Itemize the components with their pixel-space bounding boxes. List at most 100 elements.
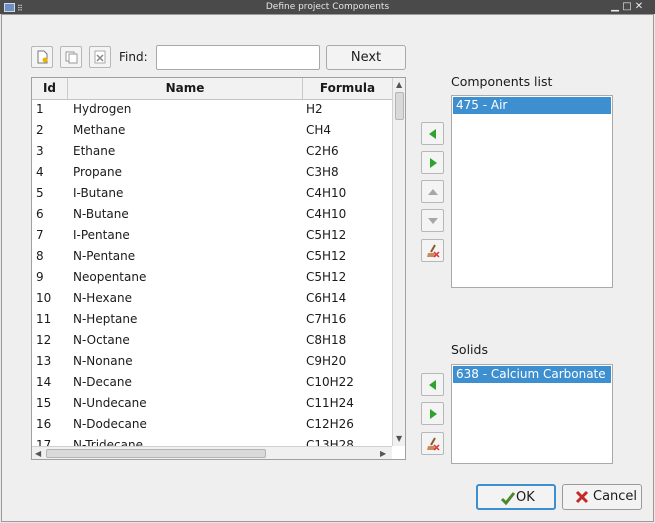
move-up-button[interactable] (421, 180, 444, 203)
table-body: 1 Hydrogen H2 2 Methane CH4 3 Ethane C2H6 4 Propan… (32, 99, 392, 446)
cell-name: N-Octane (73, 333, 130, 347)
list-item[interactable]: 638 - Calcium Carbonate (453, 366, 611, 383)
vertical-scroll-thumb[interactable] (395, 92, 404, 120)
cell-name: Ethane (73, 144, 116, 158)
components-table[interactable]: Id Name Formula 1 Hydrogen H2 2 Methane CH4 3 E… (31, 77, 406, 460)
cell-name: N-Tridecane (73, 438, 143, 446)
delete-icon (94, 50, 106, 64)
table-row[interactable]: 6 N-Butane C4H10 (32, 204, 392, 225)
table-row[interactable]: 1 Hydrogen H2 (32, 99, 392, 120)
copy-icon (65, 51, 78, 64)
add-component-button[interactable] (421, 122, 444, 145)
find-label: Find: (119, 50, 148, 64)
table-row[interactable]: 15 N-Undecane C11H24 (32, 393, 392, 414)
cell-id: 5 (36, 186, 44, 200)
cell-id: 14 (36, 375, 52, 389)
cell-name: I-Butane (73, 186, 124, 200)
table-row[interactable]: 16 N-Dodecane C12H26 (32, 414, 392, 435)
cell-name: N-Undecane (73, 396, 147, 410)
cell-formula: CH4 (306, 123, 332, 137)
arrow-right-icon (430, 158, 437, 168)
scroll-down-icon[interactable]: ▼ (396, 434, 402, 444)
cell-formula: C4H10 (306, 207, 347, 221)
table-row[interactable]: 17 N-Tridecane C13H28 (32, 435, 392, 446)
cell-formula: C5H12 (306, 270, 347, 284)
scroll-left-icon[interactable]: ◀ (35, 449, 41, 459)
cell-id: 3 (36, 144, 44, 158)
solids-list[interactable]: 638 - Calcium Carbonate (451, 364, 613, 464)
cell-formula: C3H8 (306, 165, 339, 179)
close-icon[interactable]: ✕ (634, 0, 644, 14)
cell-id: 8 (36, 249, 44, 263)
cell-id: 16 (36, 417, 52, 431)
ok-button[interactable]: OK (476, 484, 556, 510)
table-row[interactable]: 2 Methane CH4 (32, 120, 392, 141)
column-header-formula[interactable]: Formula (303, 78, 392, 99)
horizontal-scrollbar[interactable]: ◀ ▶ (32, 446, 392, 459)
title-bar: ⠿ Define project Components ▁ □ ✕ (0, 0, 655, 14)
components-list[interactable]: 475 - Air (451, 95, 613, 288)
cell-formula: H2 (306, 102, 323, 116)
scroll-right-icon[interactable]: ▶ (380, 449, 386, 459)
cell-formula: C2H6 (306, 144, 339, 158)
table-row[interactable]: 10 N-Hexane C6H14 (32, 288, 392, 309)
remove-solid-button[interactable] (421, 402, 444, 425)
cell-formula: C13H28 (306, 438, 354, 446)
delete-component-button[interactable] (89, 46, 111, 68)
cell-formula: C5H12 (306, 249, 347, 263)
new-component-button[interactable] (31, 46, 53, 68)
table-row[interactable]: 4 Propane C3H8 (32, 162, 392, 183)
table-row[interactable]: 11 N-Heptane C7H16 (32, 309, 392, 330)
table-row[interactable]: 7 I-Pentane C5H12 (32, 225, 392, 246)
cell-name: N-Pentane (73, 249, 136, 263)
table-row[interactable]: 3 Ethane C2H6 (32, 141, 392, 162)
table-row[interactable]: 13 N-Nonane C9H20 (32, 351, 392, 372)
solids-label: Solids (451, 342, 488, 357)
table-row[interactable]: 8 N-Pentane C5H12 (32, 246, 392, 267)
cell-name: N-Decane (73, 375, 132, 389)
cell-formula: C4H10 (306, 186, 347, 200)
cell-name: N-Dodecane (73, 417, 147, 431)
minimize-icon[interactable]: ▁ (610, 0, 620, 14)
cancel-button[interactable]: Cancel (562, 484, 642, 510)
vertical-scrollbar[interactable]: ▲ ▼ (392, 78, 405, 446)
cell-formula: C11H24 (306, 396, 354, 410)
checkmark-icon (500, 492, 516, 506)
horizontal-scroll-thumb[interactable] (46, 449, 266, 458)
next-button[interactable]: Next (326, 45, 406, 70)
cell-name: I-Pentane (73, 228, 130, 242)
cell-id: 15 (36, 396, 52, 410)
arrow-up-icon (428, 189, 438, 195)
clear-components-button[interactable] (421, 239, 444, 262)
cell-name: Propane (73, 165, 122, 179)
add-solid-button[interactable] (421, 373, 444, 396)
cell-name: N-Nonane (73, 354, 133, 368)
cell-name: N-Hexane (73, 291, 132, 305)
move-down-button[interactable] (421, 209, 444, 232)
remove-component-button[interactable] (421, 151, 444, 174)
table-row[interactable]: 14 N-Decane C10H22 (32, 372, 392, 393)
arrow-left-icon (429, 380, 436, 390)
ok-label: OK (516, 490, 535, 505)
column-header-name[interactable]: Name (68, 78, 303, 99)
table-row[interactable]: 12 N-Octane C8H18 (32, 330, 392, 351)
arrow-right-icon (430, 409, 437, 419)
find-input[interactable] (156, 45, 320, 70)
cell-name: N-Heptane (73, 312, 138, 326)
copy-component-button[interactable] (60, 46, 82, 68)
cell-id: 12 (36, 333, 52, 347)
arrow-left-icon (429, 129, 436, 139)
clear-solids-button[interactable] (421, 432, 444, 455)
list-item[interactable]: 475 - Air (453, 97, 611, 114)
cell-formula: C9H20 (306, 354, 347, 368)
scroll-up-icon[interactable]: ▲ (396, 80, 402, 90)
column-header-id[interactable]: Id (32, 78, 68, 99)
cell-id: 9 (36, 270, 44, 284)
arrow-down-icon (428, 218, 438, 224)
cell-formula: C10H22 (306, 375, 354, 389)
maximize-icon[interactable]: □ (622, 0, 632, 14)
components-list-label: Components list (451, 74, 553, 89)
cell-id: 4 (36, 165, 44, 179)
table-row[interactable]: 5 I-Butane C4H10 (32, 183, 392, 204)
table-row[interactable]: 9 Neopentane C5H12 (32, 267, 392, 288)
